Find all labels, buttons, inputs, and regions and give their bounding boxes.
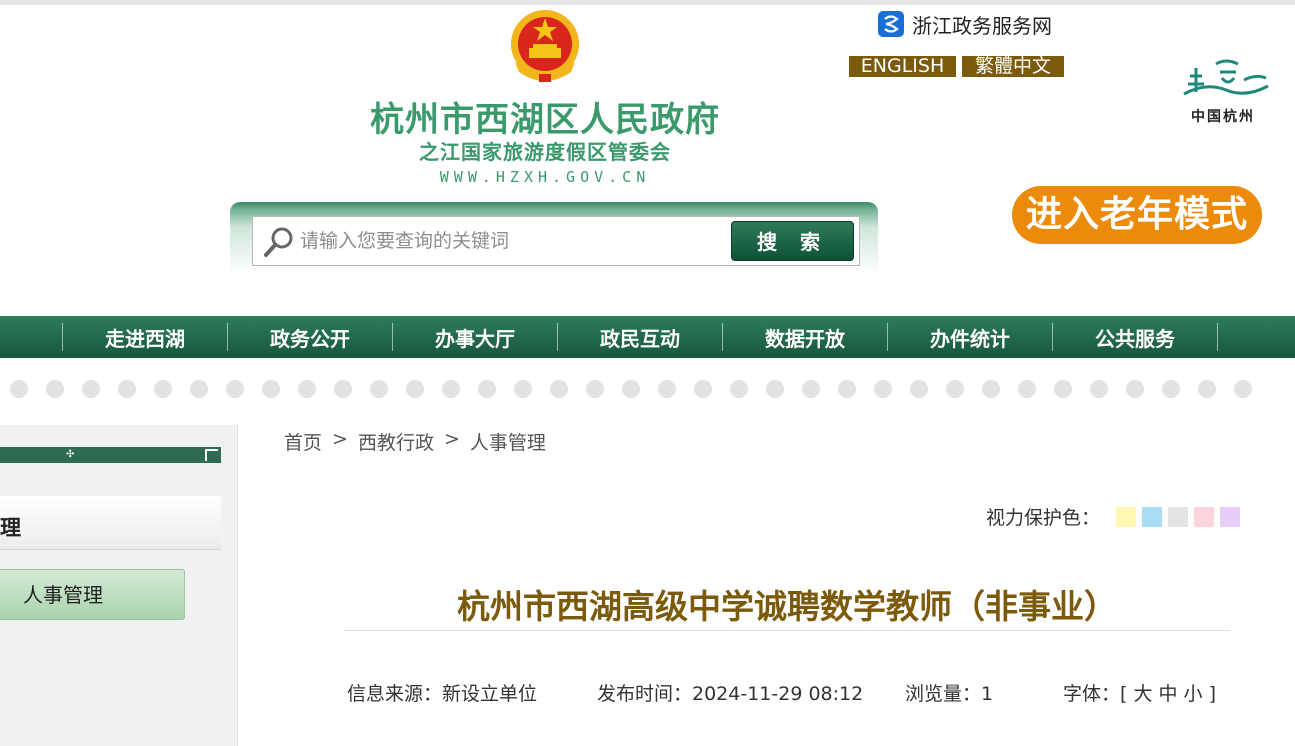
decorative-dot (622, 380, 640, 398)
decorative-dot (46, 380, 64, 398)
decorative-dot (1018, 380, 1036, 398)
decorative-dot (190, 380, 208, 398)
breadcrumb-level2[interactable]: 人事管理 (470, 428, 546, 455)
site-title: 杭州市西湖区人民政府 (370, 100, 720, 140)
zhejiang-service-icon (878, 11, 904, 37)
eyecare-swatch-pink[interactable] (1194, 506, 1215, 527)
breadcrumb-separator: > (443, 428, 460, 450)
decorative-dot (1198, 380, 1216, 398)
decorative-dot (262, 380, 280, 398)
nav-item-interaction[interactable]: 政民互动 (558, 323, 722, 352)
site-subtitle: 之江国家旅游度假区管委会 (419, 140, 671, 164)
decorative-dot (658, 380, 676, 398)
eyecare-swatch-gray[interactable] (1168, 506, 1189, 527)
decorative-dot (154, 380, 172, 398)
decorative-dot (586, 380, 604, 398)
font-size-controls[interactable]: 字体：[ 大 中 小 ] (1063, 679, 1216, 706)
decorative-dot (514, 380, 532, 398)
decorative-dot (406, 380, 424, 398)
article-source: 信息来源：新设立单位 (347, 683, 538, 705)
decorative-dot (118, 380, 136, 398)
sidebar-header-bar (0, 447, 221, 463)
top-border (0, 0, 1295, 5)
decorative-dot (766, 380, 784, 398)
hangzhou-logo-icon (1183, 59, 1269, 96)
nav-item-service-hall[interactable]: 办事大厅 (393, 323, 557, 352)
eyecare-swatch-blue[interactable] (1142, 506, 1163, 527)
decorative-dot (478, 380, 496, 398)
decorative-dot (226, 380, 244, 398)
title-divider (344, 630, 1230, 631)
sidebar-title-bar (0, 496, 221, 550)
main-nav: 走进西湖 政务公开 办事大厅 政民互动 数据开放 办件统计 公共服务 (0, 316, 1295, 358)
nav-item-open-data[interactable]: 数据开放 (723, 323, 887, 352)
breadcrumb-level1[interactable]: 西教行政 (358, 428, 434, 455)
decorative-dot (334, 380, 352, 398)
decorative-dot (982, 380, 1000, 398)
zhejiang-service-label: 浙江政务服务网 (912, 13, 1052, 38)
decorative-dot (802, 380, 820, 398)
decorative-dot (910, 380, 928, 398)
decorative-dot (82, 380, 100, 398)
decorative-dot (874, 380, 892, 398)
decorative-dot (1090, 380, 1108, 398)
decorative-dot (694, 380, 712, 398)
zhejiang-service-link[interactable]: 浙江政务服务网 (878, 10, 1052, 38)
sidebar-ornament-icon: ✣ (66, 449, 75, 460)
search-icon (264, 227, 293, 257)
breadcrumb-home[interactable]: 首页 (284, 428, 322, 455)
eyecare-label: 视力保护色： (986, 507, 1101, 529)
elder-mode-button[interactable]: 进入老年模式 (1012, 186, 1262, 244)
decorative-dot (10, 380, 28, 398)
decorative-dot (1054, 380, 1072, 398)
national-emblem-icon (511, 10, 579, 82)
nav-item-about-xihu[interactable]: 走进西湖 (63, 323, 227, 352)
china-hangzhou-label: 中国杭州 (1191, 109, 1255, 125)
article-views: 浏览量：1 (905, 683, 994, 705)
nav-item-public-service[interactable]: 公共服务 (1053, 323, 1217, 352)
eyecare-colors: 视力保护色： (986, 503, 1246, 530)
decorative-dots (10, 380, 1295, 398)
decorative-dot (1162, 380, 1180, 398)
english-link[interactable]: ENGLISH (849, 56, 956, 77)
traditional-chinese-link[interactable]: 繁體中文 (962, 56, 1064, 77)
search-input[interactable] (300, 224, 720, 258)
decorative-dot (838, 380, 856, 398)
nav-item-statistics[interactable]: 办件统计 (888, 323, 1052, 352)
breadcrumb-separator: > (332, 428, 348, 450)
decorative-dot (1234, 380, 1252, 398)
china-hangzhou-logo: 中国杭州 (1176, 54, 1276, 134)
decorative-dot (946, 380, 964, 398)
eyecare-swatch-yellow[interactable] (1116, 506, 1137, 527)
decorative-dot (1126, 380, 1144, 398)
decorative-dot (730, 380, 748, 398)
decorative-dot (442, 380, 460, 398)
sidebar-item-personnel[interactable]: 人事管理 (0, 569, 185, 620)
eyecare-swatch-purple[interactable] (1220, 506, 1241, 527)
nav-item-gov-affairs[interactable]: 政务公开 (228, 323, 392, 352)
sidebar-corner-icon (205, 449, 218, 461)
decorative-dot (550, 380, 568, 398)
search-button[interactable]: 搜 索 (731, 221, 854, 261)
sidebar-title: 理 (0, 516, 21, 540)
article-publish-time: 发布时间：2024-11-29 08:12 (597, 683, 864, 705)
decorative-dot (370, 380, 388, 398)
decorative-dot (298, 380, 316, 398)
breadcrumb: 首页 > 西教行政 > 人事管理 (284, 428, 546, 455)
site-url: WWW.HZXH.GOV.CN (439, 168, 651, 186)
article-title: 杭州市西湖高级中学诚聘数学教师（非事业） (457, 587, 1117, 626)
nav-separator (1217, 323, 1218, 351)
